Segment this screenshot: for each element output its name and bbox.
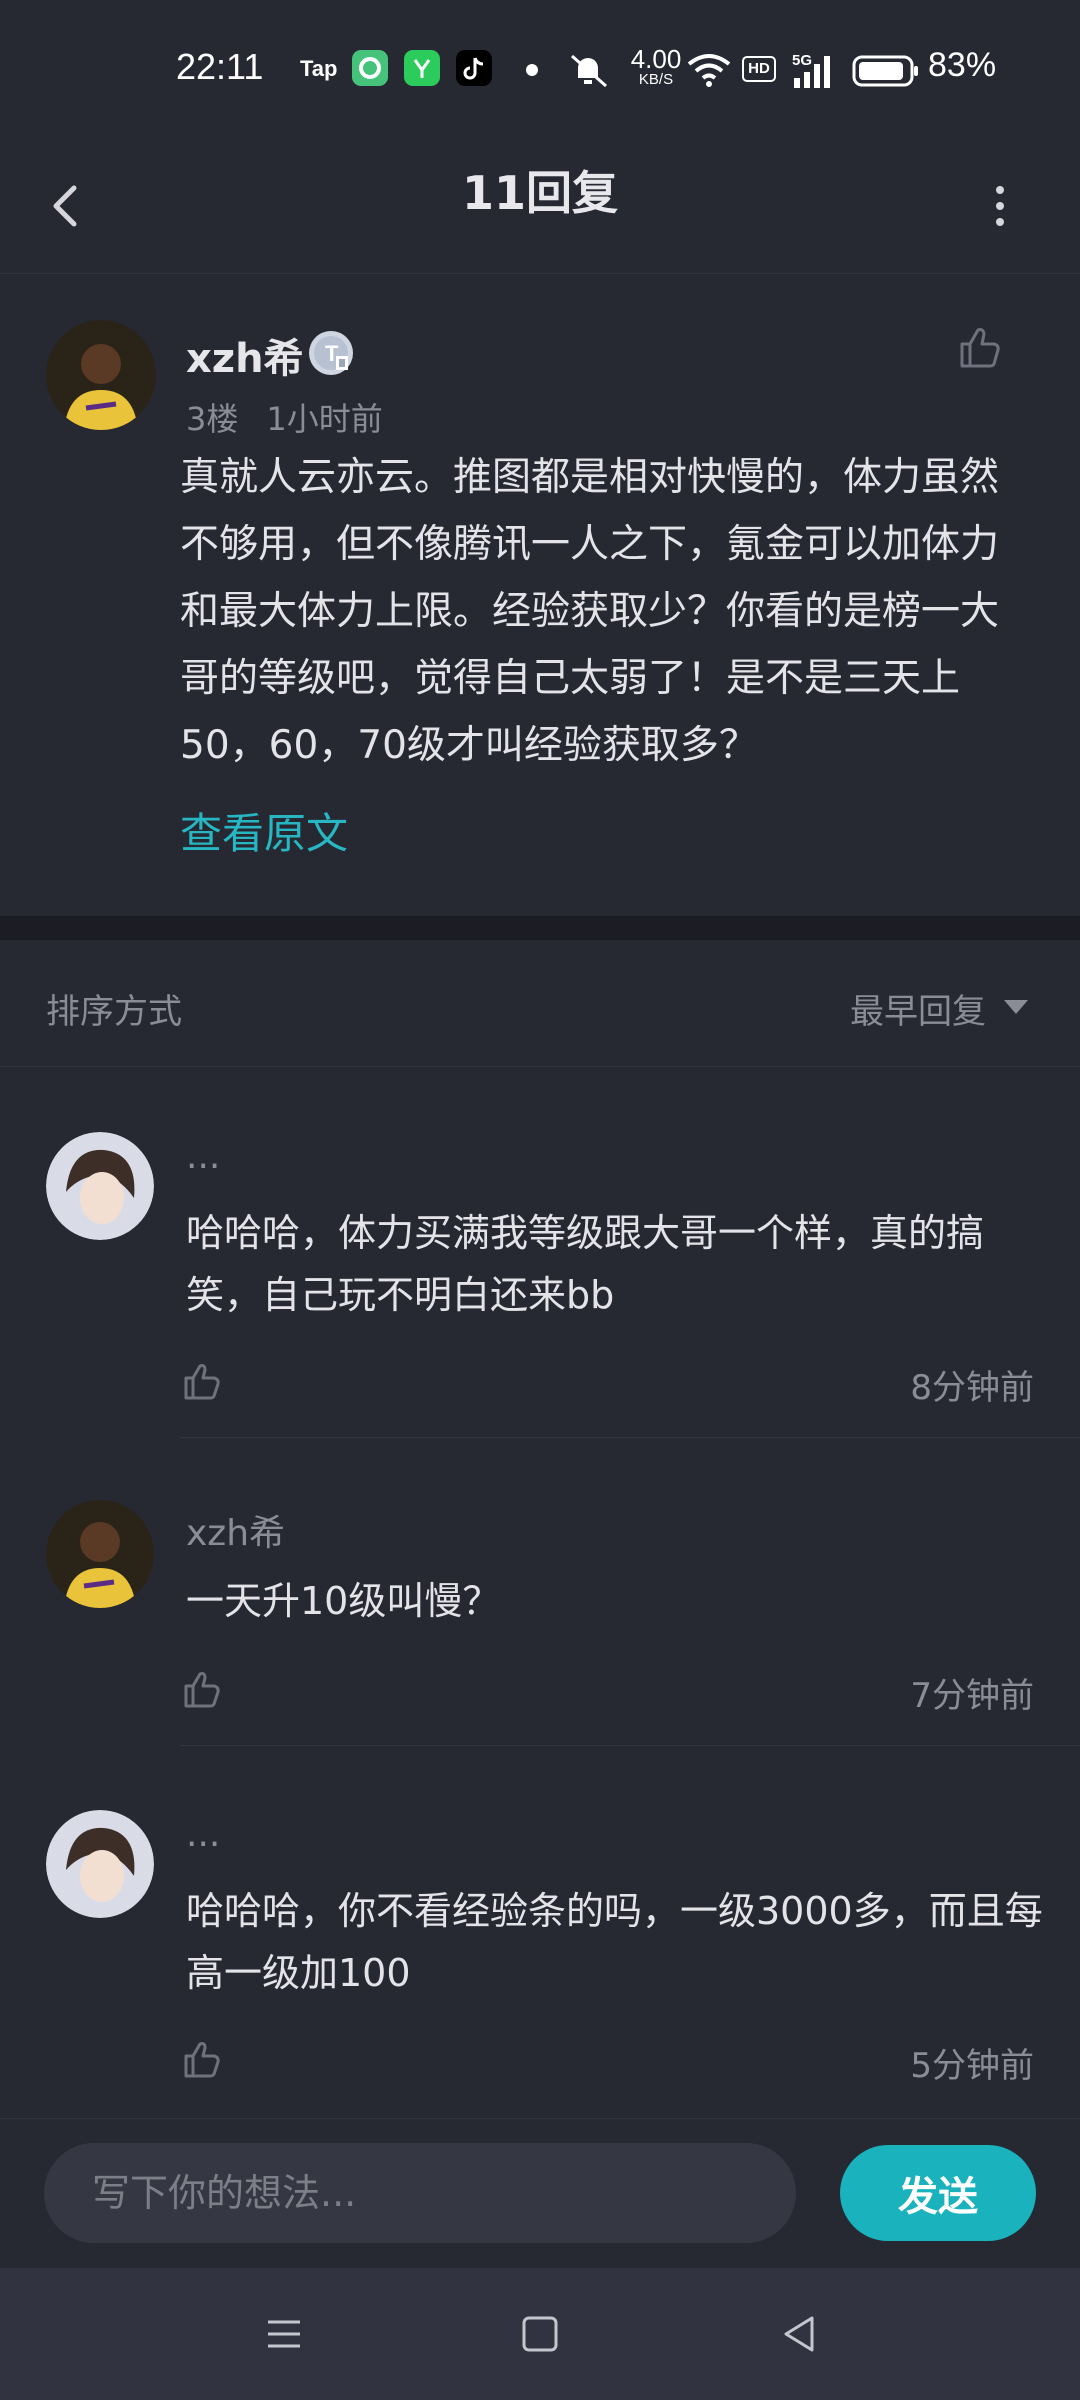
post-meta: 3楼 1小时前 [186,394,383,440]
reply-time: 5分钟前 [910,2046,1034,2086]
reply-author[interactable]: ... [186,1136,220,1177]
send-button[interactable]: 发送 [840,2145,1036,2241]
divider [0,1066,1080,1067]
reply-author[interactable]: ... [186,1814,220,1855]
tiktok-icon [456,50,492,86]
reply-time: 7分钟前 [910,1676,1034,1716]
sort-dropdown[interactable]: 最早回复 [850,984,986,1033]
divider [180,1437,1080,1438]
taptap-icon: Tap [300,56,338,81]
comment-input[interactable] [44,2143,796,2243]
reply-author[interactable]: xzh希 [186,1504,285,1556]
net-speed-unit: KB/S [638,71,674,88]
reply-item: ... 哈哈哈，体力买满我等级跟大哥一个样，真的搞笑，自己玩不明白还来bb 8分… [0,1132,1080,1438]
page-title: 11回复 [461,166,618,220]
status-time: 22:11 [176,46,264,87]
home-icon[interactable] [510,2304,570,2364]
top-app-bar: 11回复 [0,140,1080,274]
view-original-link[interactable]: 查看原文 [180,800,348,861]
reply-item: ... 哈哈哈，你不看经验条的吗，一级3000多，而且每高一级加100 5分钟前 [0,1810,1080,2116]
avatar[interactable] [46,1810,154,1918]
reply-item: xzh希 一天升10级叫慢？ 7分钟前 [0,1500,1080,1746]
author-name[interactable]: xzh希 [186,326,304,384]
back-triangle-icon[interactable] [770,2304,830,2364]
caret-down-icon[interactable] [1002,998,1030,1016]
chevron-left-icon[interactable] [40,168,92,244]
hd-icon: HD [742,56,776,82]
sort-label: 排序方式 [46,992,182,1032]
comment-composer: 发送 [0,2118,1080,2268]
divider [180,1745,1080,1746]
more-vertical-icon[interactable] [980,168,1020,244]
battery-percent: 83% [928,46,997,84]
reply-text: 哈哈哈，体力买满我等级跟大哥一个样，真的搞笑，自己玩不明白还来bb [186,1211,985,1317]
reply-text: 哈哈哈，你不看经验条的吗，一级3000多，而且每高一级加100 [186,1889,1043,1995]
menu-icon[interactable] [254,2304,314,2364]
like-icon[interactable] [182,1666,226,1710]
like-icon[interactable] [182,1358,226,1402]
floor-number: 3楼 [186,400,239,438]
net-speed-value: 4.00 [630,44,682,74]
wifi-icon [686,52,732,88]
post-content: 真就人云亦云。推图都是相对快慢的，体力虽然不够用，但不像腾讯一人之下，氪金可以加… [180,455,1000,768]
mute-icon [568,50,612,90]
status-bar: 22:11 Tap 4.00 KB/S HD 5G 83% [0,0,1080,140]
reply-text: 一天升10级叫慢？ [186,1579,501,1623]
battery-icon [852,54,920,88]
signal-icon [792,56,838,88]
green-app-icon [352,50,388,86]
avatar[interactable] [46,1132,154,1240]
avatar[interactable] [46,1500,154,1608]
like-icon[interactable] [956,322,1006,372]
post-time: 1小时前 [266,400,383,438]
wechat-icon [404,50,440,86]
reply-time: 8分钟前 [910,1368,1034,1408]
net-speed: 4.00 KB/S [626,46,686,87]
dot-icon [526,64,538,76]
like-icon[interactable] [182,2036,226,2080]
level-badge-icon: T [306,328,356,378]
section-divider [0,916,1080,940]
avatar[interactable] [46,320,156,430]
system-nav-bar [0,2268,1080,2400]
